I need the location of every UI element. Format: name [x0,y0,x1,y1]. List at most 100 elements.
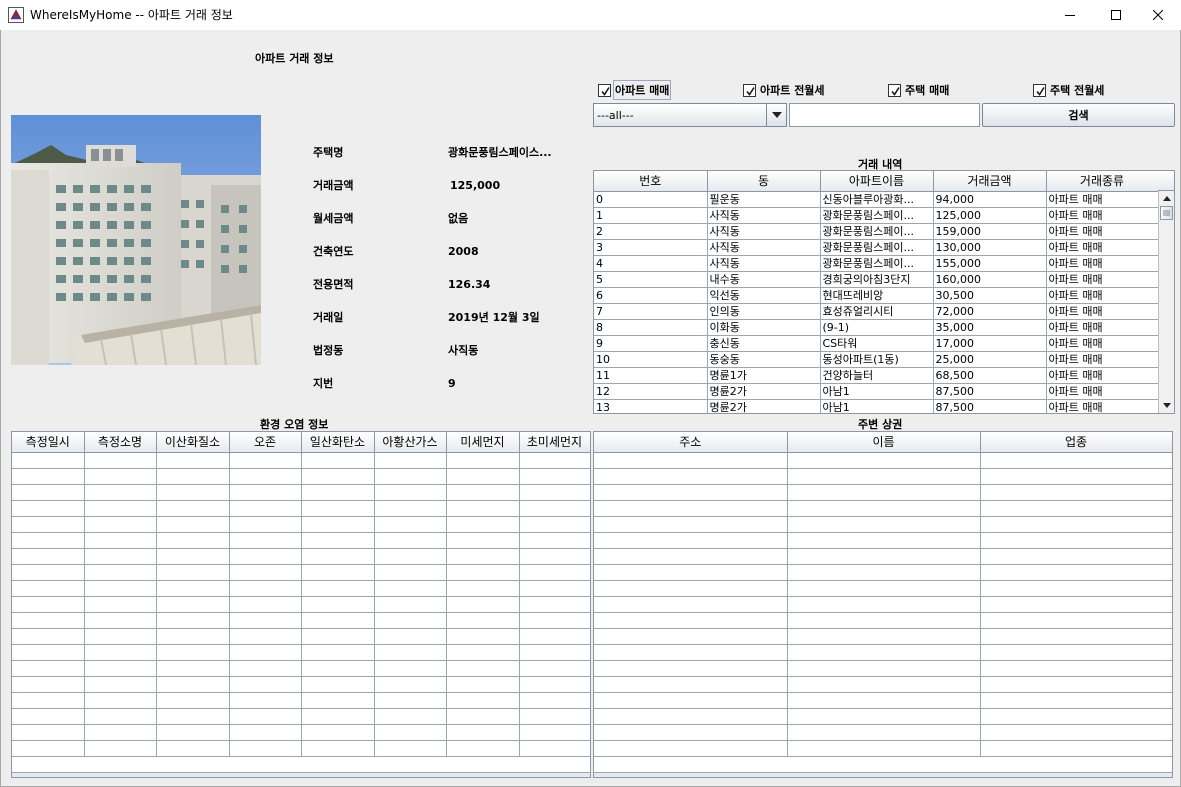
table-row[interactable] [12,580,590,597]
table-cell[interactable] [228,516,302,533]
table-cell[interactable]: 명륜1가 [706,367,821,384]
table-cell[interactable] [83,660,157,677]
table-row[interactable] [12,676,590,693]
table-cell[interactable] [83,532,157,549]
pollution-col-so2[interactable]: 아황산가스 [373,432,447,453]
search-button[interactable]: 검색 [982,103,1175,127]
table-cell[interactable] [979,628,1172,645]
table-cell[interactable]: 신동아블루아광화... [819,191,934,208]
table-cell[interactable] [83,628,157,645]
scroll-up-icon[interactable] [1159,191,1174,206]
table-cell[interactable] [228,708,302,725]
table-cell[interactable] [12,596,85,613]
table-row[interactable] [594,628,1172,645]
table-cell[interactable] [445,708,520,725]
table-cell[interactable]: 건양하늘터 [819,367,934,384]
table-cell[interactable] [155,676,230,693]
table-row[interactable]: 3 사직동 광화문풍림스페이... 130,000 아파트 매매 [594,239,1159,256]
table-cell[interactable] [12,580,85,597]
table-cell[interactable]: 1 [594,207,708,224]
table-cell[interactable] [445,660,520,677]
table-cell[interactable] [83,564,157,581]
table-cell[interactable]: 30,500 [932,287,1047,304]
table-cell[interactable] [979,612,1172,629]
table-cell[interactable] [300,548,375,565]
deals-scrollbar[interactable] [1158,191,1174,413]
table-cell[interactable] [594,452,788,469]
table-cell[interactable] [300,644,375,661]
table-cell[interactable] [300,628,375,645]
table-cell[interactable] [12,500,85,517]
table-cell[interactable]: 25,000 [932,351,1047,368]
table-cell[interactable]: 경희궁의아침3단지 [819,271,934,288]
table-cell[interactable] [300,500,375,517]
table-row[interactable] [12,564,590,581]
table-cell[interactable] [518,516,590,533]
table-cell[interactable] [445,596,520,613]
table-cell[interactable]: 155,000 [932,255,1047,272]
scroll-down-icon[interactable] [1159,398,1174,413]
table-cell[interactable] [155,452,230,469]
checkbox-house-rent[interactable]: 주택 전월세 [1033,82,1104,98]
table-cell[interactable] [155,580,230,597]
table-cell[interactable] [445,468,520,485]
table-cell[interactable] [594,500,788,517]
table-cell[interactable] [979,676,1172,693]
table-row[interactable] [12,708,590,725]
table-cell[interactable] [786,740,981,757]
table-cell[interactable] [594,564,788,581]
table-cell[interactable] [155,628,230,645]
table-row[interactable] [12,740,590,757]
commerce-hscroll[interactable] [594,772,1172,777]
table-cell[interactable] [594,596,788,613]
table-cell[interactable] [786,564,981,581]
table-cell[interactable] [594,628,788,645]
table-cell[interactable] [300,612,375,629]
table-cell[interactable]: 35,000 [932,319,1047,336]
table-cell[interactable] [445,612,520,629]
table-cell[interactable] [594,580,788,597]
table-cell[interactable]: 아남1 [819,399,934,413]
table-cell[interactable] [12,644,85,661]
table-cell[interactable] [228,532,302,549]
table-row[interactable]: 1 사직동 광화문풍림스페이... 125,000 아파트 매매 [594,207,1159,224]
table-cell[interactable] [786,468,981,485]
deals-col-price[interactable]: 거래금액 [932,171,1047,192]
table-cell[interactable] [228,468,302,485]
table-cell[interactable] [155,500,230,517]
table-cell[interactable]: 아남1 [819,383,934,400]
table-cell[interactable] [518,628,590,645]
commerce-col-address[interactable]: 주소 [594,432,788,453]
table-cell[interactable]: 효성쥬얼리시티 [819,303,934,320]
table-cell[interactable] [300,660,375,677]
table-row[interactable] [594,596,1172,613]
table-cell[interactable] [594,548,788,565]
table-cell[interactable] [518,500,590,517]
table-cell[interactable]: 충신동 [706,335,821,352]
table-cell[interactable] [445,644,520,661]
table-row[interactable] [12,500,590,517]
table-cell[interactable] [373,644,447,661]
table-cell[interactable] [979,500,1172,517]
table-row[interactable]: 6 익선동 현대뜨레비앙 30,500 아파트 매매 [594,287,1159,304]
table-cell[interactable] [373,596,447,613]
table-cell[interactable] [979,596,1172,613]
table-row[interactable]: 10 동숭동 동성아파트(1동) 25,000 아파트 매매 [594,351,1159,368]
table-cell[interactable] [786,660,981,677]
table-cell[interactable]: 68,500 [932,367,1047,384]
table-cell[interactable] [518,612,590,629]
table-row[interactable] [594,484,1172,501]
table-cell[interactable] [12,612,85,629]
table-cell[interactable] [228,644,302,661]
table-cell[interactable] [373,468,447,485]
table-cell[interactable] [373,532,447,549]
table-cell[interactable] [594,660,788,677]
table-row[interactable] [12,548,590,565]
table-cell[interactable] [594,644,788,661]
table-cell[interactable]: 아파트 매매 [1045,287,1159,304]
table-cell[interactable] [155,708,230,725]
deals-col-apt-name[interactable]: 아파트이름 [819,171,934,192]
table-cell[interactable]: 7 [594,303,708,320]
table-cell[interactable] [786,724,981,741]
table-cell[interactable] [594,532,788,549]
